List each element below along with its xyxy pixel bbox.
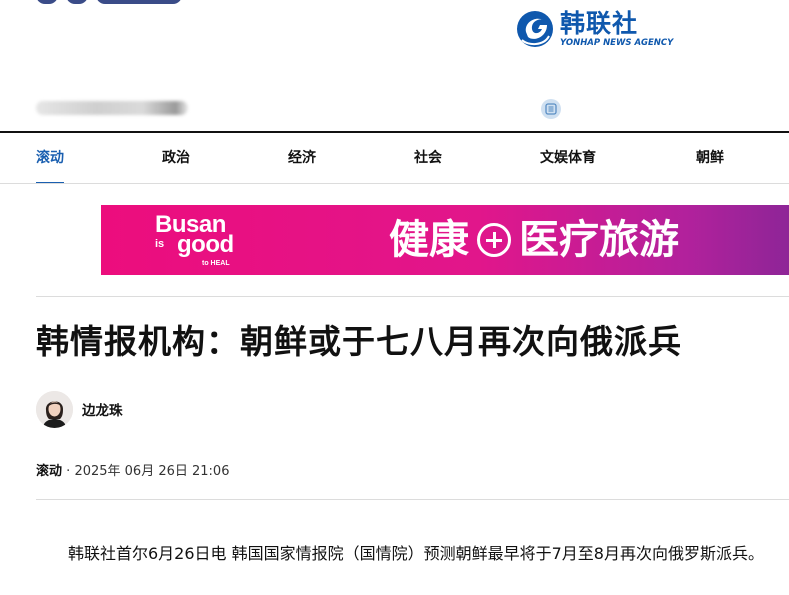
nav-item-scroll[interactable]: 滚动 <box>36 133 64 184</box>
banner-brand-is: is <box>155 238 165 250</box>
main-nav: 滚动 政治 经济 社会 文娱体育 朝鲜 <box>0 133 789 184</box>
nav-item-politics[interactable]: 政治 <box>162 133 190 183</box>
nav-item-culture-sports[interactable]: 文娱体育 <box>540 133 596 183</box>
author-name[interactable]: 边龙珠 <box>82 402 123 420</box>
banner-brand-good: good <box>177 231 234 258</box>
blurred-date-text <box>36 101 188 115</box>
document-lines-icon[interactable] <box>541 99 561 119</box>
plus-circle-icon <box>477 223 511 257</box>
banner-brand-heal: to HEAL <box>202 260 230 267</box>
banner-slogan: 健康 医疗旅游 <box>389 214 679 266</box>
author-avatar[interactable] <box>36 391 73 428</box>
article-timestamp: 2025年 06月 26日 21:06 <box>74 464 230 479</box>
nav-item-economy[interactable]: 经济 <box>288 133 316 183</box>
article-headline: 韩情报机构：朝鲜或于七八月再次向俄派兵 <box>36 322 682 361</box>
logo-text-en: YONHAP NEWS AGENCY <box>560 38 674 48</box>
article-meta: 滚动 · 2025年 06月 26日 21:06 <box>36 462 229 482</box>
banner-slogan-left: 健康 <box>389 217 469 263</box>
meta-divider <box>36 499 789 500</box>
article-body-paragraph: 韩联社首尔6月26日电 韩国国家情报院（国情院）预测朝鲜最早将于7月至8月再次向… <box>68 544 764 563</box>
nav-divider <box>0 183 789 184</box>
article-category[interactable]: 滚动 <box>36 464 62 479</box>
banner-divider <box>36 296 789 297</box>
nav-item-society[interactable]: 社会 <box>414 133 442 183</box>
yonhap-logo-icon <box>516 10 554 48</box>
ad-banner[interactable]: Busan is good to HEAL 健康 医疗旅游 <box>101 205 789 275</box>
top-nav-stub <box>36 0 182 4</box>
meta-separator: · <box>66 464 71 479</box>
top-pill-button[interactable] <box>96 0 182 4</box>
logo-text-cn: 韩联社 <box>560 9 639 38</box>
banner-slogan-right: 医疗旅游 <box>519 217 679 263</box>
yonhap-logo[interactable]: 韩联社 YONHAP NEWS AGENCY <box>516 10 673 48</box>
social-icon-button[interactable] <box>66 0 88 4</box>
social-icon-button[interactable] <box>36 0 58 4</box>
nav-item-north-korea[interactable]: 朝鲜 <box>696 133 724 183</box>
